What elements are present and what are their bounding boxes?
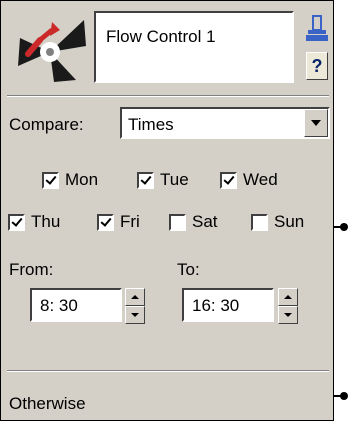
flow-control-title-field[interactable]: Flow Control 1 [94,11,294,83]
day-label: Mon [65,170,99,189]
otherwise-label: Otherwise [9,394,86,413]
flow-control-icon [18,20,86,82]
spin-up-icon[interactable] [278,288,298,306]
day-sat[interactable]: Sat [169,212,218,232]
spin-down-icon[interactable] [125,306,145,324]
divider [7,370,329,372]
from-label: From: [9,260,54,279]
to-time-spinner[interactable] [278,288,298,324]
day-label: Sun [274,212,305,231]
help-button[interactable]: ? [306,52,328,80]
day-label: Tue [160,170,189,189]
checkbox-thu[interactable] [8,213,25,231]
day-fri[interactable]: Fri [97,212,140,232]
checkbox-wed[interactable] [220,171,237,189]
divider [7,95,329,97]
otherwise-connector-dot[interactable] [340,392,348,400]
to-time-input[interactable]: 16: 30 [182,288,274,322]
day-label: Fri [120,212,140,231]
compare-value: Times [128,115,174,134]
pin-icon[interactable] [306,14,328,42]
checkbox-sun[interactable] [251,213,268,231]
checkbox-mon[interactable] [42,171,59,189]
compare-label: Compare: [9,115,84,134]
flow-control-panel: Flow Control 1 ? Compare: Times Mon Tue … [0,0,334,421]
chevron-down-icon[interactable] [304,109,328,137]
checkbox-fri[interactable] [97,213,114,231]
from-time-spinner[interactable] [125,288,145,324]
day-mon[interactable]: Mon [42,170,98,190]
day-thu[interactable]: Thu [8,212,60,232]
output-connector-dot[interactable] [340,223,348,231]
spin-up-icon[interactable] [125,288,145,306]
from-time-input[interactable]: 8: 30 [30,288,122,322]
spin-down-icon[interactable] [278,306,298,324]
day-sun[interactable]: Sun [251,212,304,232]
day-wed[interactable]: Wed [220,170,278,190]
day-label: Sat [192,212,218,231]
day-label: Thu [31,212,61,231]
to-label: To: [177,260,200,279]
day-label: Wed [243,170,278,189]
checkbox-tue[interactable] [137,171,154,189]
day-tue[interactable]: Tue [137,170,189,190]
checkbox-sat[interactable] [169,213,186,231]
compare-select[interactable]: Times [120,107,330,139]
